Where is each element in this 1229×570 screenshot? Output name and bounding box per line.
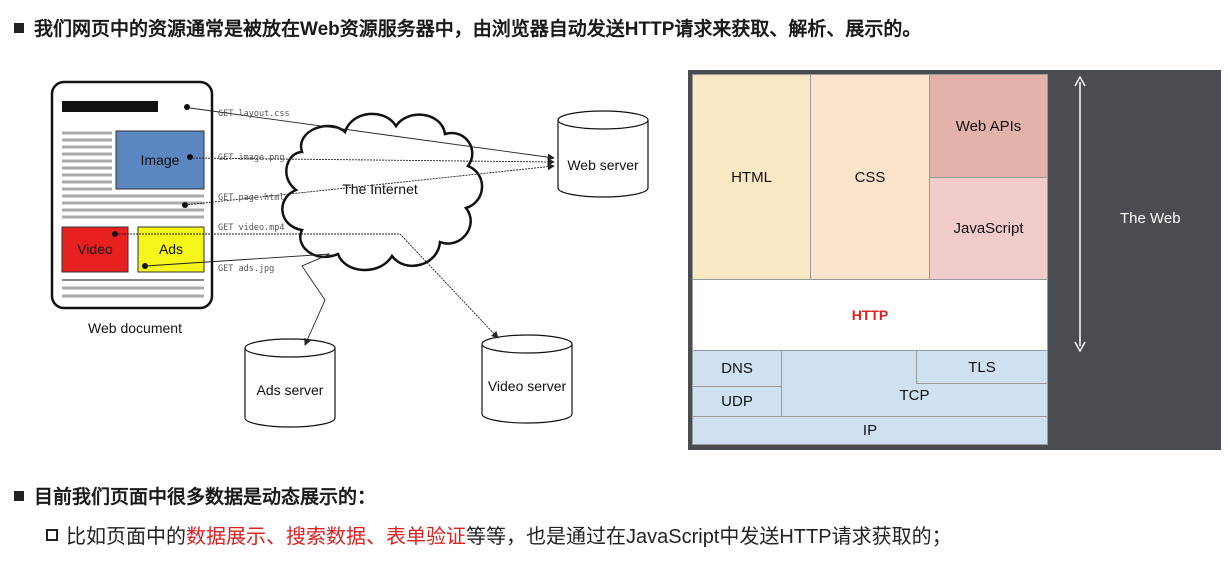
- web-request-diagram: Image Video Ads Web document The Interne…: [50, 80, 649, 428]
- sub-bullet: 比如页面中的 数据展示、搜索数据、表单验证 等等，也是通过在JavaScript中发…: [46, 520, 952, 549]
- stack-webapis-label: Web APIs: [955, 117, 1022, 135]
- hollow-square-icon: [46, 528, 58, 541]
- stack-tls: TLS: [916, 350, 1048, 384]
- stack-http-label: HTTP: [851, 307, 889, 323]
- web-server: Web server: [557, 110, 649, 198]
- web-technology-stack: HTML CSS Web APIs JavaScript HTTP DNS UD…: [688, 70, 1221, 450]
- stack-javascript-label: JavaScript: [953, 220, 1024, 237]
- sub-suffix: 等等，也是通过在JavaScript中发送HTTP请求获取的；: [466, 526, 952, 548]
- heading-2-text: 目前我们页面中很多数据是动态展示的：: [34, 487, 377, 508]
- stack-html-label: HTML: [731, 168, 772, 186]
- req-layout-label: GET layout.css: [218, 109, 290, 119]
- stack-webapis: Web APIs: [929, 74, 1048, 178]
- heading-1: 我们网页中的资源通常是被放在Web资源服务器中，由浏览器自动发送HTTP请求来获…: [14, 14, 921, 41]
- bullet-square-icon: [14, 22, 24, 33]
- sub-highlight: 数据展示、搜索数据、表单验证: [186, 526, 466, 548]
- stack-tls-label: TLS: [968, 358, 996, 376]
- doc-video-label: Video: [77, 241, 113, 257]
- video-server-label: Video server: [488, 378, 567, 394]
- heading-2: 目前我们页面中很多数据是动态展示的：: [14, 482, 376, 509]
- req-ads-label: GET ads.jpg: [218, 264, 274, 274]
- ads-server: Ads server: [244, 338, 336, 428]
- doc-ads-label: Ads: [159, 241, 183, 257]
- stack-tcp-label: TCP: [899, 387, 930, 404]
- heading-1-text: 我们网页中的资源通常是被放在Web资源服务器中，由浏览器自动发送HTTP请求来获…: [34, 19, 922, 40]
- video-server: Video server: [481, 334, 573, 424]
- internet-label: The Internet: [342, 181, 418, 197]
- web-document: Image Video Ads: [50, 80, 214, 310]
- stack-dns: DNS: [692, 350, 782, 387]
- vertical-double-arrow-icon: [1074, 76, 1086, 352]
- stack-javascript: JavaScript: [929, 177, 1048, 280]
- stack-css-label: CSS: [854, 168, 886, 186]
- web-document-label: Web document: [88, 320, 182, 336]
- req-page-label: GET page.html: [218, 193, 285, 203]
- the-web-label: The Web: [1120, 210, 1181, 227]
- doc-image-label: Image: [141, 152, 180, 168]
- stack-udp-label: UDP: [721, 393, 753, 410]
- stack-html: HTML: [692, 74, 811, 280]
- stack-ip-label: IP: [862, 422, 878, 439]
- stack-udp: UDP: [692, 386, 782, 417]
- web-server-label: Web server: [567, 157, 639, 173]
- stack-ip: IP: [692, 416, 1048, 445]
- bullet-square-icon: [14, 490, 24, 501]
- stack-http: HTTP: [692, 279, 1048, 351]
- req-image-label: GET image.png: [218, 153, 285, 163]
- sub-prefix: 比如页面中的: [66, 526, 186, 548]
- stack-dns-label: DNS: [721, 360, 753, 377]
- stack-css: CSS: [810, 74, 930, 280]
- req-video-label: GET video.mp4: [218, 223, 285, 233]
- ads-server-label: Ads server: [257, 382, 324, 398]
